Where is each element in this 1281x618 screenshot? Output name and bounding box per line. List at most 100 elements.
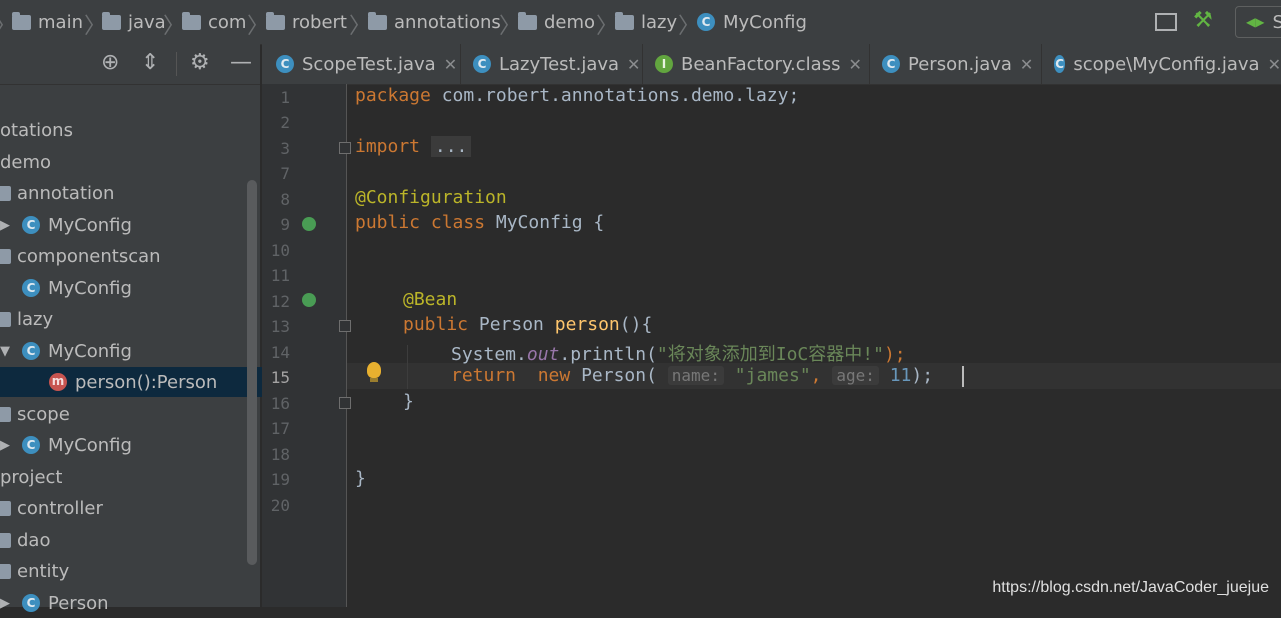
tab-beanfactory[interactable]: I BeanFactory.class ✕	[643, 44, 870, 84]
line-number: 12	[270, 292, 290, 311]
code-line-9[interactable]: public class MyConfig {	[355, 212, 604, 233]
gear-icon[interactable]: ⚙	[190, 50, 210, 75]
fold-collapse-icon[interactable]	[339, 320, 351, 332]
tree-item-scope[interactable]: scope	[0, 399, 260, 429]
tree-item-label: controller	[17, 497, 103, 519]
folded-imports[interactable]: ...	[430, 136, 472, 157]
folder-icon	[615, 11, 634, 30]
tree-item-class[interactable]: ▼ C MyConfig	[0, 336, 282, 366]
locate-file-icon[interactable]: ⊕	[101, 50, 119, 75]
tree-item-class[interactable]: ▶ C MyConfig	[0, 210, 282, 240]
folder-icon	[518, 11, 537, 30]
code-line-13[interactable]: public Person person(){	[403, 314, 652, 335]
code-text: }	[403, 391, 414, 412]
test-class-icon: C	[276, 55, 294, 73]
folder-icon	[266, 11, 285, 30]
line-number: 1	[280, 88, 290, 107]
folder-icon	[12, 11, 31, 30]
expand-arrow-icon[interactable]: ▶	[0, 596, 10, 611]
code-line-1[interactable]: package com.robert.annotations.demo.lazy…	[355, 85, 799, 106]
close-icon[interactable]: ✕	[1020, 55, 1033, 74]
tree-item-entity[interactable]: entity	[0, 556, 260, 586]
tab-scopetest[interactable]: C ScopeTest.java ✕	[264, 44, 461, 84]
tree-item-class[interactable]: ▶ C Person	[0, 588, 282, 618]
tab-label: scope\MyConfig.java	[1073, 53, 1260, 75]
bean-gutter-icon[interactable]	[302, 217, 316, 231]
code-keyword: new	[537, 365, 571, 386]
tab-scope-myconfig[interactable]: Cscope\MyConfig.java ✕	[1042, 44, 1281, 84]
close-icon[interactable]: ✕	[627, 55, 640, 74]
code-line-19[interactable]: }	[355, 468, 366, 489]
class-icon: C	[22, 342, 40, 360]
line-number: 8	[280, 190, 290, 209]
breadcrumb-item-java[interactable]: java	[102, 10, 166, 34]
code-line-3[interactable]: import ...	[355, 136, 472, 157]
folder-icon	[0, 311, 11, 327]
class-icon: C	[697, 13, 715, 31]
breadcrumb-item-com[interactable]: com	[182, 10, 246, 34]
fold-expand-icon[interactable]	[339, 142, 351, 154]
code-line-12[interactable]: @Bean	[403, 289, 457, 310]
class-icon: C	[22, 216, 40, 234]
tree-item-dao[interactable]: dao	[0, 525, 260, 555]
breadcrumb-item-main[interactable]: main	[12, 10, 83, 34]
breadcrumb-item-demo[interactable]: demo	[518, 10, 595, 34]
breadcrumb-item-lazy[interactable]: lazy	[615, 10, 677, 34]
tree-item-componentscan[interactable]: componentscan	[0, 241, 260, 271]
line-number: 10	[270, 241, 290, 260]
fold-collapse-icon[interactable]	[339, 397, 351, 409]
code-line-8[interactable]: @Configuration	[355, 187, 507, 208]
tree-item[interactable]: project	[0, 462, 260, 492]
tree-item-annotation[interactable]: annotation	[0, 178, 260, 208]
tree-item-label: Person	[48, 592, 109, 614]
breadcrumb-label: robert	[292, 11, 347, 33]
tree-item-label: MyConfig	[48, 340, 132, 362]
collapse-arrow-icon[interactable]: ▼	[0, 344, 10, 359]
code-text: }	[355, 468, 366, 489]
tree-item-label: otations	[0, 119, 73, 141]
tree-item[interactable]: demo	[0, 147, 260, 177]
line-number: 13	[270, 317, 290, 336]
breadcrumb-label: demo	[544, 11, 596, 33]
tree-item-controller[interactable]: controller	[0, 493, 260, 523]
bean-gutter-icon[interactable]	[302, 293, 316, 307]
collapse-all-icon[interactable]: ⇕	[141, 50, 159, 75]
run-window-icon[interactable]	[1155, 13, 1177, 31]
code-line-15[interactable]: return new Person( name: "james", age: 1…	[451, 365, 933, 386]
expand-arrow-icon[interactable]: ▶	[0, 438, 10, 453]
indent-guide	[407, 345, 408, 389]
project-scrollbar[interactable]	[247, 180, 257, 565]
tree-item-label: project	[0, 466, 63, 488]
code-annotation: @Bean	[403, 289, 458, 310]
tree-item-label: annotation	[17, 182, 115, 204]
folder-icon	[368, 11, 387, 30]
tab-label: ScopeTest.java	[302, 53, 436, 75]
tab-label: Person.java	[908, 53, 1012, 75]
tree-item-lazy[interactable]: lazy	[0, 304, 260, 334]
close-icon[interactable]: ✕	[444, 55, 457, 74]
build-hammer-icon[interactable]: ⚒	[1193, 8, 1213, 33]
breadcrumb-item-annotations[interactable]: annotations	[368, 10, 501, 34]
tree-item-label: MyConfig	[48, 214, 132, 236]
run-configuration-selector[interactable]: ◀▶ S	[1235, 6, 1281, 38]
close-icon[interactable]: ✕	[1268, 55, 1281, 74]
code-keyword: import	[355, 136, 421, 157]
tab-lazytest[interactable]: C LazyTest.java ✕	[461, 44, 643, 84]
tree-item[interactable]: otations	[0, 115, 260, 145]
lightbulb-icon[interactable]	[367, 362, 381, 378]
tab-person[interactable]: C Person.java ✕	[870, 44, 1042, 84]
code-punct: ,	[810, 365, 822, 386]
breadcrumb-label: java	[128, 11, 166, 33]
breadcrumb-item-robert[interactable]: robert	[266, 10, 347, 34]
close-icon[interactable]: ✕	[848, 55, 861, 74]
code-line-14[interactable]: System.out.println("将对象添加到IoC容器中!");	[451, 340, 906, 366]
code-keyword: public	[403, 314, 469, 335]
tree-item-class[interactable]: ▶ C MyConfig	[0, 430, 282, 460]
tree-item-class[interactable]: C MyConfig	[0, 273, 282, 303]
code-line-16[interactable]: }	[403, 391, 414, 412]
code-text: (){	[619, 314, 653, 335]
folder-icon	[0, 563, 11, 579]
hide-panel-icon[interactable]: —	[230, 50, 252, 75]
expand-arrow-icon[interactable]: ▶	[0, 218, 10, 233]
breadcrumb-item-myconfig[interactable]: C MyConfig	[697, 10, 807, 34]
